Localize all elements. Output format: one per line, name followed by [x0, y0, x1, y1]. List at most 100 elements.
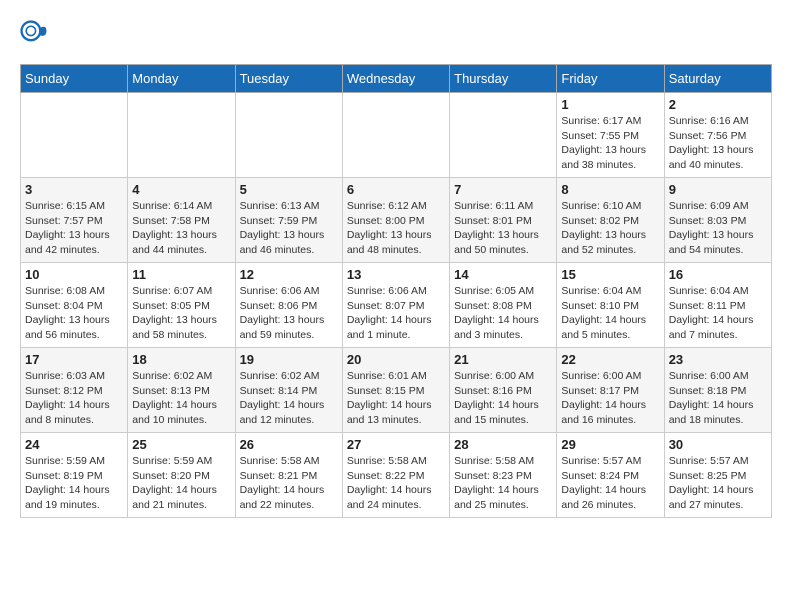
day-info: Sunrise: 6:16 AM Sunset: 7:56 PM Dayligh…: [669, 114, 767, 173]
calendar-day-cell: 16 Sunrise: 6:04 AM Sunset: 8:11 PM Dayli…: [664, 263, 771, 348]
day-number: 4: [132, 182, 230, 197]
day-number: 2: [669, 97, 767, 112]
calendar-week-row: 1Sunrise: 6:17 AM Sunset: 7:55 PM Daylig…: [21, 93, 772, 178]
day-number: 3: [25, 182, 123, 197]
calendar-day-cell: 4 Sunrise: 6:14 AM Sunset: 7:58 PM Daylig…: [128, 178, 235, 263]
day-number: 16: [669, 267, 767, 282]
calendar-day-cell: 24Sunrise: 5:59 AM Sunset: 8:19 PM Dayli…: [21, 433, 128, 518]
day-info: Sunrise: 6:02 AM Sunset: 8:14 PM Dayligh…: [240, 369, 338, 428]
calendar-day-cell: 18 Sunrise: 6:02 AM Sunset: 8:13 PM Dayli…: [128, 348, 235, 433]
day-info: Sunrise: 5:57 AM Sunset: 8:24 PM Dayligh…: [561, 454, 659, 513]
calendar-week-row: 3 Sunrise: 6:15 AM Sunset: 7:57 PM Daylig…: [21, 178, 772, 263]
day-of-week-header: Sunday: [21, 65, 128, 93]
day-number: 12: [240, 267, 338, 282]
day-number: 27: [347, 437, 445, 452]
calendar-day-cell: 26 Sunrise: 5:58 AM Sunset: 8:21 PM Dayli…: [235, 433, 342, 518]
calendar-day-cell: 13 Sunrise: 6:06 AM Sunset: 8:07 PM Dayli…: [342, 263, 449, 348]
day-number: 6: [347, 182, 445, 197]
day-info: Sunrise: 5:58 AM Sunset: 8:21 PM Dayligh…: [240, 454, 338, 513]
calendar-day-cell: [128, 93, 235, 178]
day-info: Sunrise: 6:14 AM Sunset: 7:58 PM Dayligh…: [132, 199, 230, 258]
day-info: Sunrise: 6:12 AM Sunset: 8:00 PM Dayligh…: [347, 199, 445, 258]
day-info: Sunrise: 5:59 AM Sunset: 8:19 PM Dayligh…: [25, 454, 123, 513]
day-number: 1: [561, 97, 659, 112]
day-number: 20: [347, 352, 445, 367]
day-info: Sunrise: 6:03 AM Sunset: 8:12 PM Dayligh…: [25, 369, 123, 428]
calendar-day-cell: 19 Sunrise: 6:02 AM Sunset: 8:14 PM Dayli…: [235, 348, 342, 433]
calendar-day-cell: 21 Sunrise: 6:00 AM Sunset: 8:16 PM Dayli…: [450, 348, 557, 433]
logo-icon: [20, 20, 48, 48]
day-info: Sunrise: 6:15 AM Sunset: 7:57 PM Dayligh…: [25, 199, 123, 258]
calendar-day-cell: 11 Sunrise: 6:07 AM Sunset: 8:05 PM Dayli…: [128, 263, 235, 348]
day-number: 5: [240, 182, 338, 197]
day-info: Sunrise: 5:58 AM Sunset: 8:22 PM Dayligh…: [347, 454, 445, 513]
day-info: Sunrise: 5:59 AM Sunset: 8:20 PM Dayligh…: [132, 454, 230, 513]
day-number: 19: [240, 352, 338, 367]
day-info: Sunrise: 6:04 AM Sunset: 8:11 PM Dayligh…: [669, 284, 767, 343]
day-number: 13: [347, 267, 445, 282]
calendar-day-cell: 15Sunrise: 6:04 AM Sunset: 8:10 PM Dayli…: [557, 263, 664, 348]
calendar-day-cell: 3 Sunrise: 6:15 AM Sunset: 7:57 PM Daylig…: [21, 178, 128, 263]
day-number: 18: [132, 352, 230, 367]
day-number: 26: [240, 437, 338, 452]
day-of-week-header: Saturday: [664, 65, 771, 93]
calendar-day-cell: [235, 93, 342, 178]
calendar-day-cell: 25 Sunrise: 5:59 AM Sunset: 8:20 PM Dayli…: [128, 433, 235, 518]
day-number: 8: [561, 182, 659, 197]
day-number: 17: [25, 352, 123, 367]
day-info: Sunrise: 6:05 AM Sunset: 8:08 PM Dayligh…: [454, 284, 552, 343]
calendar-day-cell: 6 Sunrise: 6:12 AM Sunset: 8:00 PM Daylig…: [342, 178, 449, 263]
calendar-table: SundayMondayTuesdayWednesdayThursdayFrid…: [20, 64, 772, 518]
day-number: 25: [132, 437, 230, 452]
day-number: 29: [561, 437, 659, 452]
day-info: Sunrise: 6:13 AM Sunset: 7:59 PM Dayligh…: [240, 199, 338, 258]
calendar-day-cell: 17 Sunrise: 6:03 AM Sunset: 8:12 PM Dayli…: [21, 348, 128, 433]
logo: [20, 20, 52, 48]
calendar-day-cell: 1Sunrise: 6:17 AM Sunset: 7:55 PM Daylig…: [557, 93, 664, 178]
calendar-day-cell: 8Sunrise: 6:10 AM Sunset: 8:02 PM Daylig…: [557, 178, 664, 263]
calendar-day-cell: 10 Sunrise: 6:08 AM Sunset: 8:04 PM Dayli…: [21, 263, 128, 348]
calendar-day-cell: [342, 93, 449, 178]
day-of-week-header: Wednesday: [342, 65, 449, 93]
day-info: Sunrise: 6:01 AM Sunset: 8:15 PM Dayligh…: [347, 369, 445, 428]
day-info: Sunrise: 6:07 AM Sunset: 8:05 PM Dayligh…: [132, 284, 230, 343]
day-number: 21: [454, 352, 552, 367]
day-number: 10: [25, 267, 123, 282]
day-number: 28: [454, 437, 552, 452]
day-of-week-header: Tuesday: [235, 65, 342, 93]
calendar-day-cell: 14Sunrise: 6:05 AM Sunset: 8:08 PM Dayli…: [450, 263, 557, 348]
day-info: Sunrise: 5:58 AM Sunset: 8:23 PM Dayligh…: [454, 454, 552, 513]
calendar-header-row: SundayMondayTuesdayWednesdayThursdayFrid…: [21, 65, 772, 93]
day-info: Sunrise: 6:06 AM Sunset: 8:07 PM Dayligh…: [347, 284, 445, 343]
day-info: Sunrise: 6:00 AM Sunset: 8:18 PM Dayligh…: [669, 369, 767, 428]
calendar-day-cell: 7Sunrise: 6:11 AM Sunset: 8:01 PM Daylig…: [450, 178, 557, 263]
calendar-day-cell: 28 Sunrise: 5:58 AM Sunset: 8:23 PM Dayli…: [450, 433, 557, 518]
calendar-day-cell: 22Sunrise: 6:00 AM Sunset: 8:17 PM Dayli…: [557, 348, 664, 433]
page-header: [20, 20, 772, 48]
calendar-day-cell: 20 Sunrise: 6:01 AM Sunset: 8:15 PM Dayli…: [342, 348, 449, 433]
day-number: 22: [561, 352, 659, 367]
day-number: 9: [669, 182, 767, 197]
day-number: 15: [561, 267, 659, 282]
calendar-week-row: 10 Sunrise: 6:08 AM Sunset: 8:04 PM Dayli…: [21, 263, 772, 348]
day-info: Sunrise: 6:08 AM Sunset: 8:04 PM Dayligh…: [25, 284, 123, 343]
day-info: Sunrise: 6:02 AM Sunset: 8:13 PM Dayligh…: [132, 369, 230, 428]
day-number: 11: [132, 267, 230, 282]
calendar-day-cell: [450, 93, 557, 178]
day-info: Sunrise: 6:06 AM Sunset: 8:06 PM Dayligh…: [240, 284, 338, 343]
calendar-day-cell: [21, 93, 128, 178]
calendar-day-cell: 5 Sunrise: 6:13 AM Sunset: 7:59 PM Daylig…: [235, 178, 342, 263]
calendar-day-cell: 23 Sunrise: 6:00 AM Sunset: 8:18 PM Dayli…: [664, 348, 771, 433]
day-info: Sunrise: 6:00 AM Sunset: 8:16 PM Dayligh…: [454, 369, 552, 428]
calendar-week-row: 24Sunrise: 5:59 AM Sunset: 8:19 PM Dayli…: [21, 433, 772, 518]
calendar-day-cell: 2 Sunrise: 6:16 AM Sunset: 7:56 PM Daylig…: [664, 93, 771, 178]
calendar-day-cell: 12 Sunrise: 6:06 AM Sunset: 8:06 PM Dayli…: [235, 263, 342, 348]
day-number: 30: [669, 437, 767, 452]
day-of-week-header: Friday: [557, 65, 664, 93]
calendar-day-cell: 30 Sunrise: 5:57 AM Sunset: 8:25 PM Dayli…: [664, 433, 771, 518]
day-number: 23: [669, 352, 767, 367]
day-info: Sunrise: 6:11 AM Sunset: 8:01 PM Dayligh…: [454, 199, 552, 258]
day-info: Sunrise: 5:57 AM Sunset: 8:25 PM Dayligh…: [669, 454, 767, 513]
day-of-week-header: Monday: [128, 65, 235, 93]
day-info: Sunrise: 6:09 AM Sunset: 8:03 PM Dayligh…: [669, 199, 767, 258]
